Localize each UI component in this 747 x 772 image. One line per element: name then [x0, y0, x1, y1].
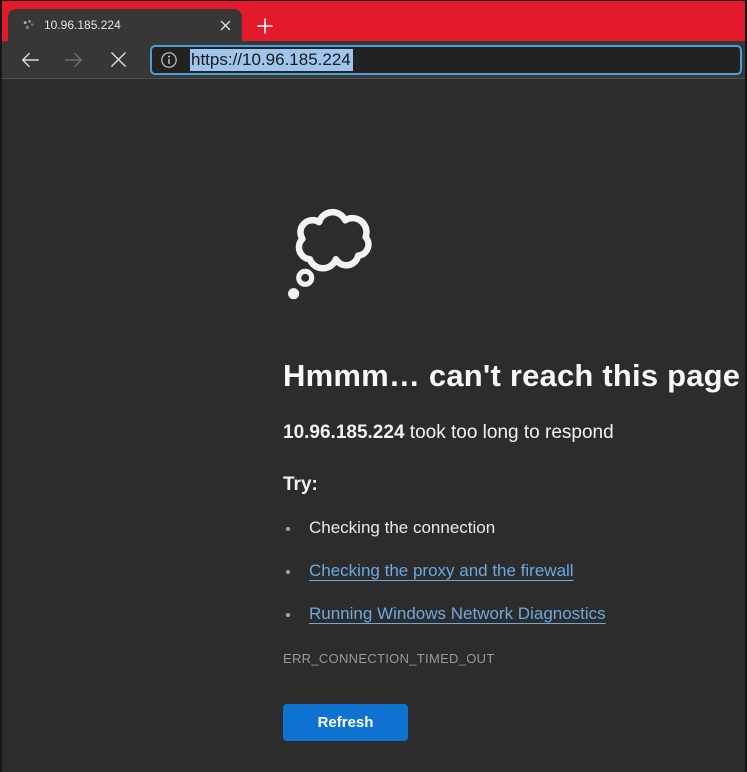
error-host: 10.96.185.224 [283, 422, 405, 443]
bullet-icon [286, 613, 290, 617]
error-subline: 10.96.185.224 took too long to respond [283, 422, 745, 444]
list-item: Checking the proxy and the firewall [283, 561, 745, 581]
info-icon[interactable] [160, 51, 178, 69]
new-tab-button[interactable] [254, 15, 276, 37]
thought-bubble-cloud-icon [287, 198, 381, 302]
tab-close-icon[interactable] [216, 16, 234, 34]
refresh-button[interactable]: Refresh [283, 704, 408, 741]
navigation-toolbar: https://10.96.185.224 [2, 41, 745, 79]
tab-title: 10.96.185.224 [44, 18, 216, 32]
back-button[interactable] [18, 48, 42, 72]
suggestion-list: Checking the connection Checking the pro… [283, 518, 745, 624]
network-diagnostics-link[interactable]: Running Windows Network Diagnostics [309, 604, 606, 624]
proxy-firewall-link[interactable]: Checking the proxy and the firewall [309, 561, 574, 581]
url-text[interactable]: https://10.96.185.224 [190, 50, 353, 70]
stop-button[interactable] [106, 48, 130, 72]
suggestion-text: Checking the connection [309, 518, 495, 538]
browser-tab[interactable]: 10.96.185.224 [8, 9, 242, 41]
list-item: Checking the connection [283, 518, 745, 538]
address-bar[interactable]: https://10.96.185.224 [150, 45, 742, 75]
error-page: Hmmm… can't reach this page 10.96.185.22… [2, 79, 745, 741]
browser-window: 10.96.185.224 https://10.96.185.224 [0, 0, 747, 772]
error-code: ERR_CONNECTION_TIMED_OUT [283, 651, 745, 666]
list-item: Running Windows Network Diagnostics [283, 604, 745, 624]
forward-button [62, 48, 86, 72]
selected-url-text: https://10.96.185.224 [190, 49, 353, 71]
bullet-icon [286, 527, 290, 531]
loading-spinner-dots-icon [20, 17, 36, 33]
tab-strip: 10.96.185.224 [2, 1, 745, 41]
bullet-icon [286, 570, 290, 574]
try-label: Try: [283, 474, 745, 496]
error-heading: Hmmm… can't reach this page [283, 358, 745, 394]
error-message: took too long to respond [405, 422, 614, 443]
